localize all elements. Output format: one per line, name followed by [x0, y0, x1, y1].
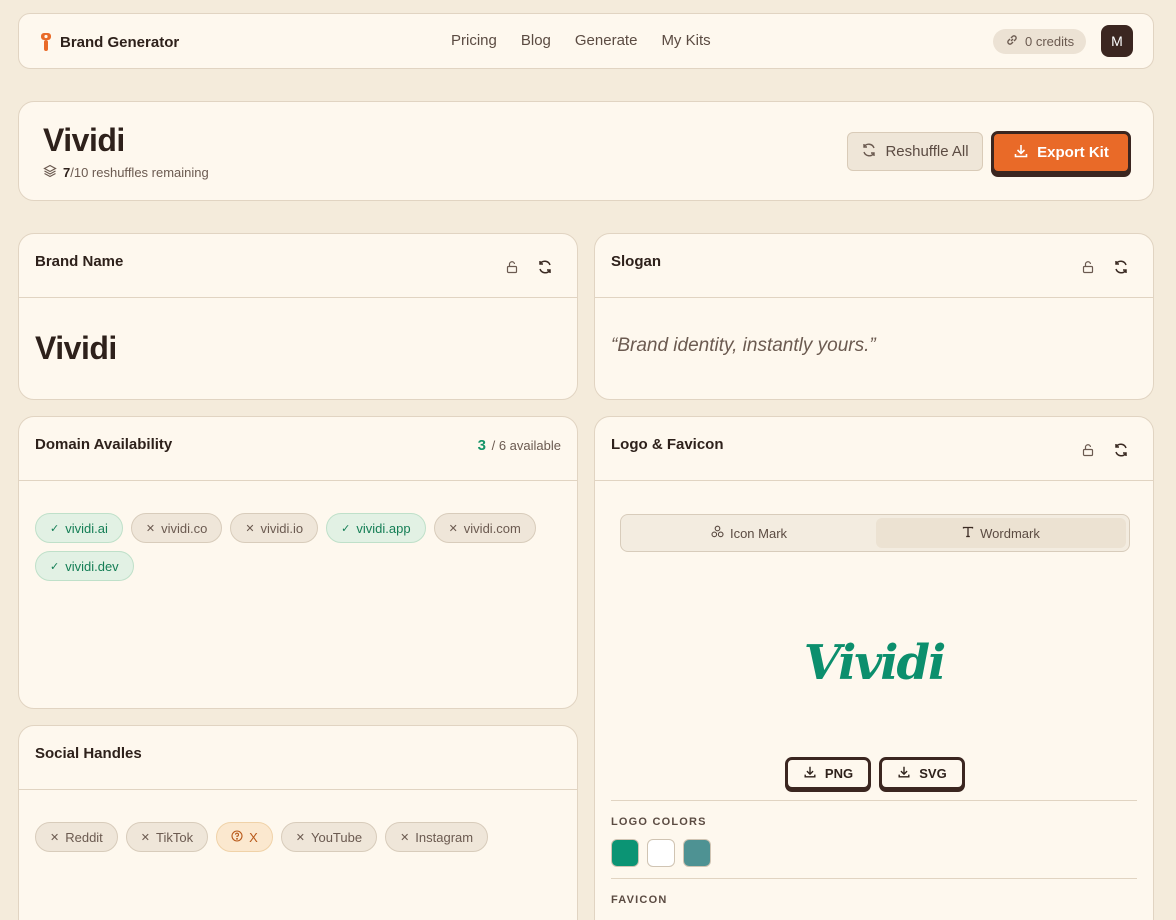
social-chip[interactable]: X [216, 822, 273, 852]
x-icon: ✕ [448, 522, 458, 535]
tab-wordmark[interactable]: Wordmark [876, 518, 1126, 548]
panel-title: Social Handles [35, 745, 142, 762]
reshuffle-all-button[interactable]: Reshuffle All [847, 132, 983, 171]
panel-title: Slogan [611, 253, 662, 270]
panel-title: Logo & Favicon [611, 436, 724, 453]
link-icon [1005, 33, 1019, 50]
panel-title: Brand Name [35, 253, 124, 270]
download-png-button[interactable]: PNG [785, 757, 871, 790]
social-chip[interactable]: ✕ TikTok [125, 822, 209, 852]
top-nav: Brand Generator Pricing Blog Generate My… [18, 13, 1154, 69]
color-swatch[interactable] [647, 839, 675, 867]
x-icon: ✕ [245, 522, 255, 535]
color-swatch[interactable] [611, 839, 639, 867]
domain-list: ✓ vividi.ai ✕ vividi.co ✕ vividi.io ✓ vividi… [35, 513, 555, 581]
check-icon: ✓ [50, 560, 60, 573]
refresh-icon[interactable] [1112, 258, 1130, 276]
brand-icon [38, 31, 54, 53]
tab-icon-mark[interactable]: Icon Mark [624, 518, 874, 548]
domain-chip[interactable]: ✕ vividi.io [230, 513, 319, 543]
kit-header: Vividi 7/10 reshuffles remaining Reshuff… [18, 101, 1154, 201]
logo-colors-label: LOGO COLORS [611, 816, 707, 828]
help-circle-icon [231, 829, 243, 845]
user-avatar[interactable]: M [1101, 25, 1133, 57]
check-icon: ✓ [50, 522, 60, 535]
domain-chip[interactable]: ✓ vividi.app [326, 513, 426, 543]
nav-link-blog[interactable]: Blog [521, 32, 551, 49]
nav-link-generate[interactable]: Generate [575, 32, 638, 49]
page-title: Vividi [43, 122, 125, 158]
download-svg-button[interactable]: SVG [879, 757, 965, 790]
logo-type-toggle: Icon Mark Wordmark [620, 514, 1130, 552]
slogan-panel: Slogan “Brand identity, instantly yours.… [594, 233, 1154, 400]
favicon-label: FAVICON [611, 894, 668, 906]
social-chip[interactable]: ✕ Instagram [385, 822, 489, 852]
domain-chip[interactable]: ✓ vividi.ai [35, 513, 123, 543]
availability-count: 3 / 6 available [477, 437, 561, 454]
download-icon [897, 765, 911, 782]
type-icon [962, 526, 974, 541]
available-count: 3 [477, 437, 486, 454]
x-icon: ✕ [140, 831, 151, 844]
unlock-icon[interactable] [503, 258, 521, 276]
color-swatch[interactable] [683, 839, 711, 867]
social-handles-panel: Social Handles ✕ Reddit ✕ TikTok X ✕ YouTub… [18, 725, 578, 920]
brand-name: Brand Generator [60, 33, 180, 51]
refresh-icon [861, 142, 877, 162]
slogan-value: “Brand identity, instantly yours.” [611, 335, 876, 356]
social-chip[interactable]: ✕ Reddit [35, 822, 118, 852]
domain-chip[interactable]: ✕ vividi.com [433, 513, 536, 543]
download-icon [803, 765, 817, 782]
panel-title: Domain Availability [35, 436, 173, 453]
domain-availability-panel: Domain Availability 3 / 6 available ✓ viv… [18, 416, 578, 709]
wordmark-preview: Vividi [803, 635, 947, 691]
social-chip[interactable]: ✕ YouTube [280, 822, 378, 852]
layers-icon [43, 164, 57, 181]
unlock-icon[interactable] [1079, 441, 1097, 459]
domain-chip[interactable]: ✓ vividi.dev [35, 551, 134, 581]
check-icon: ✓ [341, 522, 351, 535]
download-icon [1013, 143, 1029, 163]
refresh-icon[interactable] [1112, 441, 1130, 459]
reshuffle-counter: 7/10 reshuffles remaining [43, 164, 209, 181]
brand-logo-link[interactable]: Brand Generator [38, 31, 179, 53]
export-kit-button[interactable]: Export Kit [991, 131, 1131, 174]
divider [611, 800, 1137, 801]
brand-name-panel: Brand Name Vividi [18, 233, 578, 400]
x-icon: ✕ [295, 831, 305, 844]
nav-links: Pricing Blog Generate My Kits [451, 32, 735, 49]
brand-name-value: Vividi [35, 330, 117, 366]
reshuffle-all-label: Reshuffle All [885, 143, 969, 160]
social-list: ✕ Reddit ✕ TikTok X ✕ YouTube ✕ Instagram [35, 822, 555, 852]
export-kit-label: Export Kit [1037, 144, 1109, 161]
x-icon: ✕ [50, 831, 60, 844]
refresh-icon[interactable] [536, 258, 554, 276]
x-icon: ✕ [145, 522, 156, 535]
shapes-icon [711, 525, 724, 541]
nav-link-pricing[interactable]: Pricing [451, 32, 497, 49]
divider [611, 878, 1137, 879]
nav-link-my-kits[interactable]: My Kits [661, 32, 710, 49]
unlock-icon[interactable] [1079, 258, 1097, 276]
credits-text: 0 credits [1025, 34, 1075, 49]
x-icon: ✕ [400, 831, 410, 844]
reshuffles-remaining: /10 reshuffles remaining [70, 165, 209, 180]
logo-favicon-panel: Logo & Favicon Icon Mark Wordmark Vividi… [594, 416, 1154, 920]
credits-badge[interactable]: 0 credits [993, 29, 1087, 54]
domain-chip[interactable]: ✕ vividi.co [130, 513, 223, 543]
